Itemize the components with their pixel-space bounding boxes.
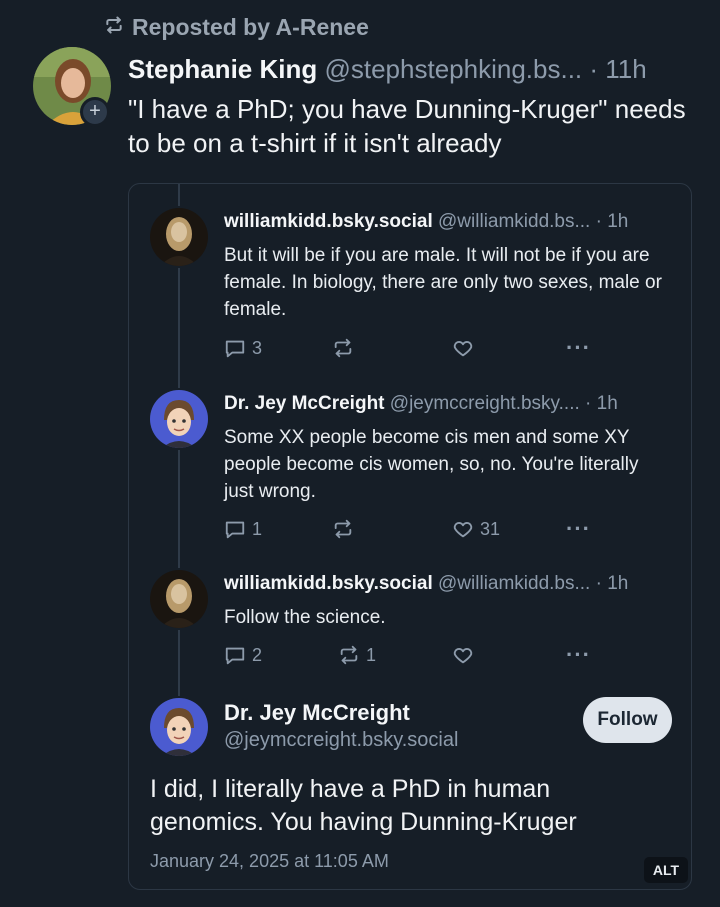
- author-handle[interactable]: @jeymccreight.bsky....: [390, 393, 580, 414]
- repost-header[interactable]: Reposted by A-Renee: [104, 14, 369, 41]
- post-time: · 1h: [595, 573, 629, 594]
- reply-button[interactable]: 1: [224, 518, 262, 540]
- post-timestamp: January 24, 2025 at 11:05 AM: [150, 851, 389, 871]
- author-name[interactable]: Dr. Jey McCreight: [224, 393, 385, 414]
- repost-icon: [338, 644, 360, 666]
- repost-icon: [332, 518, 354, 540]
- author-handle[interactable]: @williamkidd.bs...: [438, 573, 590, 594]
- heart-icon: [452, 644, 474, 666]
- post-header: Stephanie King @stephstephking.bs... · 1…: [128, 54, 647, 85]
- reply-button[interactable]: 3: [224, 337, 262, 359]
- like-button[interactable]: [452, 337, 480, 359]
- repost-icon: [332, 337, 354, 359]
- reply-text: Follow the science.: [224, 607, 386, 628]
- reply-header: williamkidd.bsky.social @williamkidd.bs.…: [224, 211, 628, 233]
- plus-icon[interactable]: +: [80, 97, 110, 127]
- like-button[interactable]: [452, 644, 480, 666]
- reply-icon: [224, 644, 246, 666]
- post-time: · 1h: [585, 393, 618, 414]
- thread-line: [178, 268, 180, 388]
- avatar[interactable]: [150, 698, 208, 756]
- author-name[interactable]: Dr. Jey McCreight: [224, 700, 410, 726]
- thread-line: [178, 184, 180, 206]
- repost-icon: [104, 14, 124, 41]
- more-dots-icon[interactable]: ···: [566, 642, 591, 668]
- reply-button[interactable]: 2: [224, 644, 262, 666]
- author-name[interactable]: williamkidd.bsky.social: [224, 211, 433, 232]
- repost-button[interactable]: [332, 337, 360, 359]
- post-text: "I have a PhD; you have Dunning-Kruger" …: [128, 94, 686, 158]
- post-time: · 1h: [595, 211, 629, 232]
- avatar[interactable]: [150, 570, 208, 628]
- heart-icon: [452, 518, 474, 540]
- reply-count: 2: [252, 644, 263, 665]
- author-name[interactable]: Stephanie King: [128, 54, 317, 84]
- like-count: 31: [480, 518, 501, 539]
- repost-button[interactable]: 1: [338, 644, 376, 666]
- heart-icon: [452, 337, 474, 359]
- reply-text: Some XX people become cis men and some X…: [224, 427, 639, 502]
- author-name[interactable]: williamkidd.bsky.social: [224, 573, 433, 594]
- more-dots-icon[interactable]: ···: [566, 335, 591, 361]
- more-dots-icon[interactable]: ···: [566, 516, 591, 542]
- post-time: · 11h: [589, 54, 647, 84]
- author-handle[interactable]: @stephstephking.bs...: [324, 54, 582, 84]
- repost-label: Reposted by A-Renee: [132, 14, 369, 40]
- like-button[interactable]: 31: [452, 518, 500, 540]
- reply-icon: [224, 518, 246, 540]
- reply-header: williamkidd.bsky.social @williamkidd.bs.…: [224, 573, 628, 595]
- repost-count: 1: [366, 644, 377, 665]
- reply-count: 3: [252, 337, 263, 358]
- thread-line: [178, 450, 180, 568]
- author-handle[interactable]: @williamkidd.bs...: [438, 211, 590, 232]
- thread-line: [178, 630, 180, 696]
- avatar[interactable]: [150, 390, 208, 448]
- avatar[interactable]: [150, 208, 208, 266]
- reply-icon: [224, 337, 246, 359]
- repost-button[interactable]: [332, 518, 360, 540]
- reply-count: 1: [252, 518, 263, 539]
- post-text: I did, I literally have a PhD in human g…: [150, 775, 577, 836]
- alt-text-badge[interactable]: ALT: [644, 857, 688, 883]
- reply-text: But it will be if you are male. It will …: [224, 245, 662, 320]
- follow-button[interactable]: Follow: [583, 697, 672, 743]
- author-handle[interactable]: @jeymccreight.bsky.social: [224, 729, 458, 752]
- reply-header: Dr. Jey McCreight @jeymccreight.bsky....…: [224, 393, 618, 415]
